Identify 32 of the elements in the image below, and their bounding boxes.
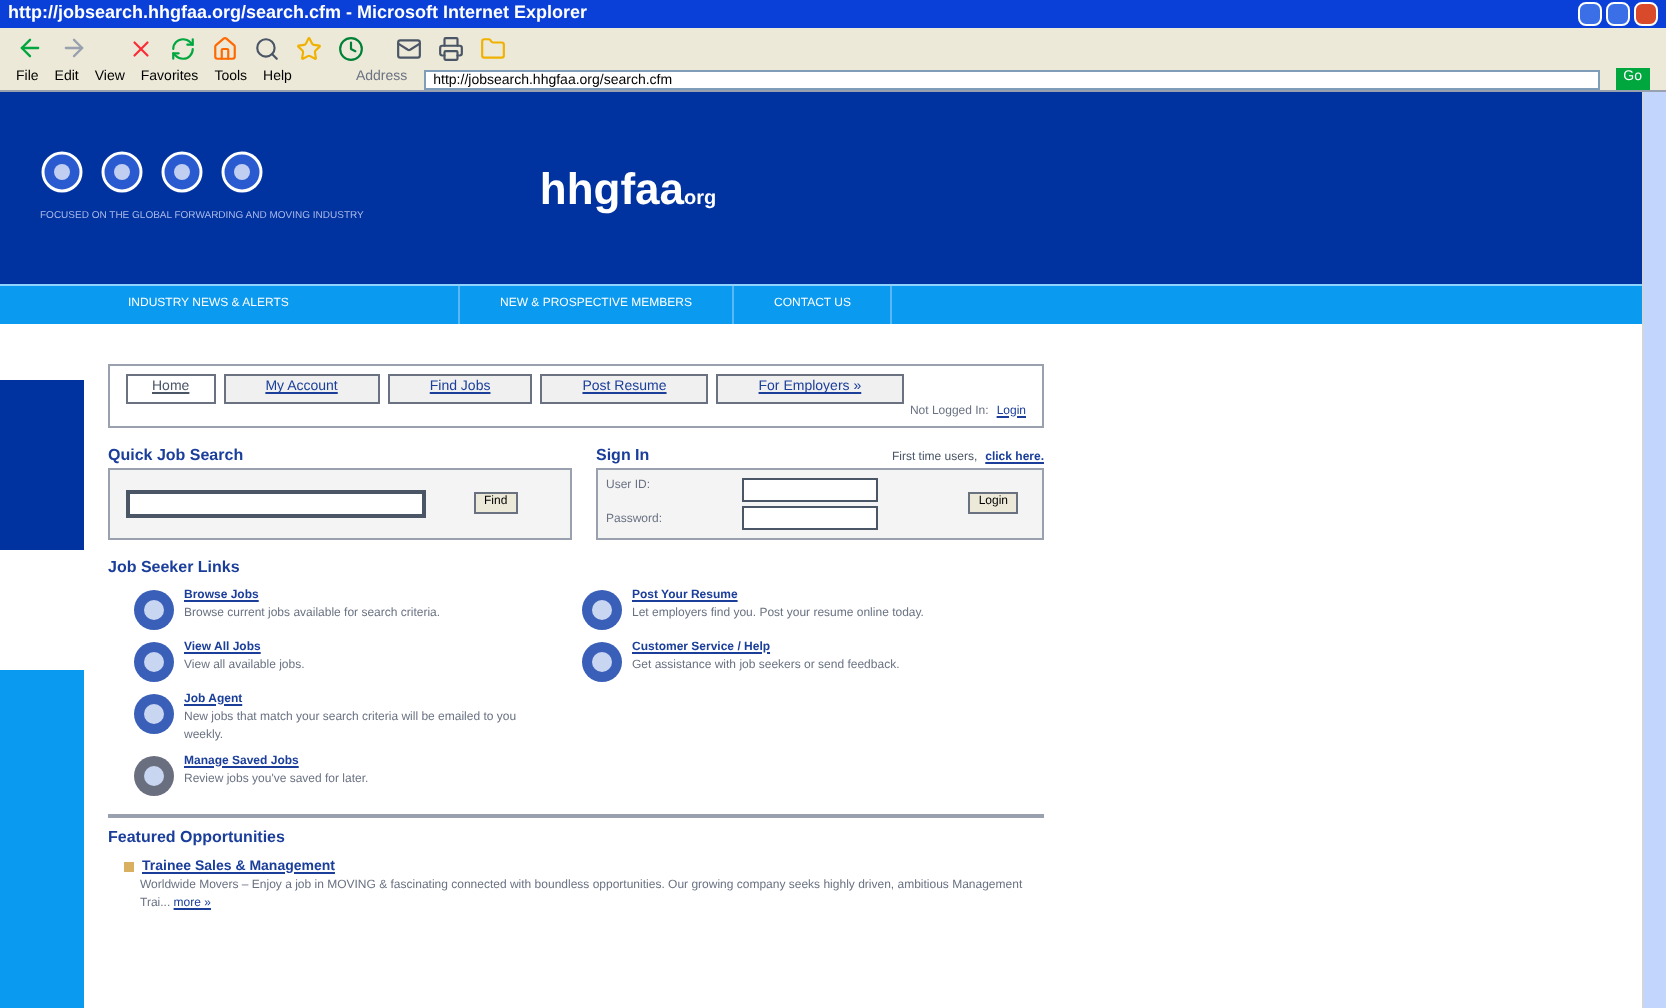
- round-icon[interactable]: [580, 587, 624, 631]
- printer-icon[interactable]: [438, 35, 464, 61]
- search-icon[interactable]: [254, 35, 280, 61]
- bullet-icon: [124, 862, 134, 873]
- search-field[interactable]: [126, 489, 426, 517]
- section-title: Job Seeker Links: [108, 555, 242, 579]
- logo-suffix: org: [684, 187, 717, 209]
- round-icon[interactable]: [132, 691, 176, 735]
- stop-icon[interactable]: [128, 35, 154, 61]
- circle-icon[interactable]: [40, 150, 84, 195]
- refresh-icon[interactable]: [170, 35, 196, 61]
- user-id-field[interactable]: [742, 477, 878, 501]
- round-icon[interactable]: [132, 587, 176, 631]
- round-icon[interactable]: [132, 753, 176, 797]
- round-icon[interactable]: [580, 639, 624, 683]
- circle-icon[interactable]: [100, 150, 144, 195]
- back-icon[interactable]: [16, 34, 44, 62]
- section-title: Quick Job Search: [108, 443, 246, 467]
- circle-icon[interactable]: [160, 150, 204, 195]
- mail-icon[interactable]: [396, 35, 422, 61]
- password-field[interactable]: [742, 505, 878, 529]
- minimize-button[interactable]: [1578, 2, 1602, 26]
- close-button[interactable]: [1634, 2, 1658, 26]
- maximize-button[interactable]: [1606, 2, 1630, 26]
- section-title: Sign In: [596, 443, 650, 467]
- scrollbar[interactable]: [1642, 92, 1666, 1008]
- logo: hhgfaa: [539, 161, 684, 218]
- star-icon[interactable]: [296, 35, 322, 61]
- clock-icon[interactable]: [338, 35, 364, 61]
- section-title: Featured Opportunities: [108, 825, 287, 849]
- window-title: http://jobsearch.hhgfaa.org/search.cfm - Microsoft Internet Explorer: [8, 0, 588, 27]
- round-icon[interactable]: [132, 639, 176, 683]
